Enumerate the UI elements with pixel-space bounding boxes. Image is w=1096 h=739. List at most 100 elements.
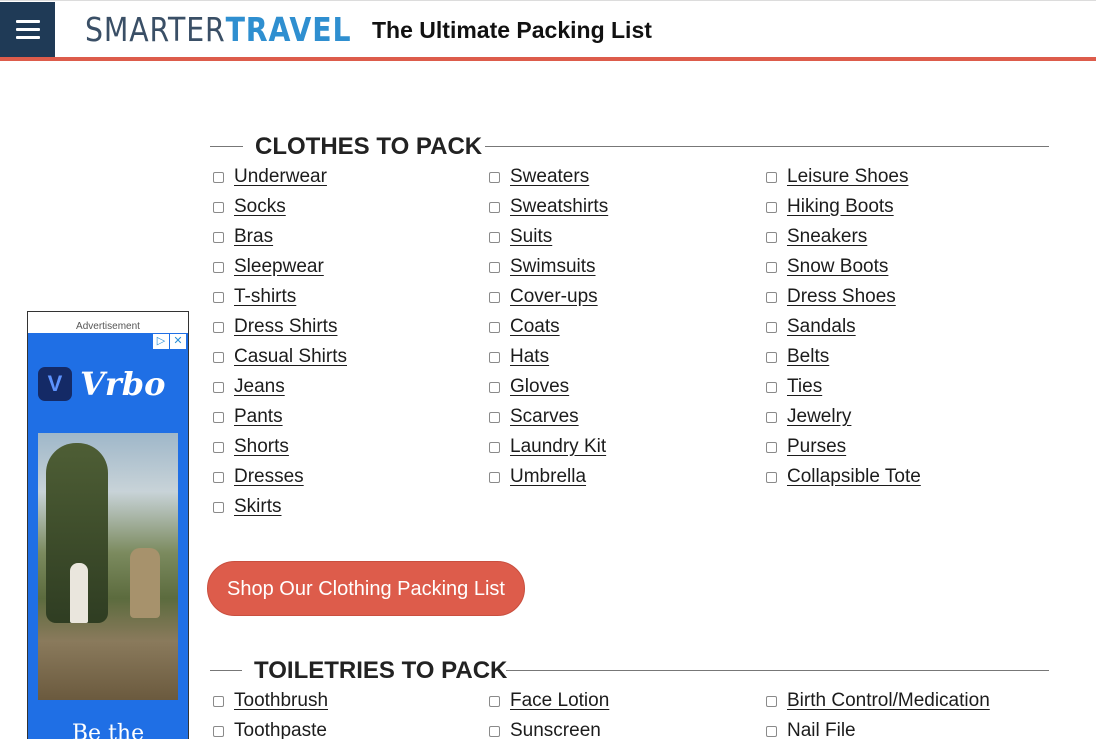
item-link[interactable]: Umbrella — [510, 465, 586, 489]
checklist-item: Jeans — [213, 375, 285, 399]
checklist-item: Nail File — [766, 719, 856, 739]
item-checkbox[interactable] — [213, 501, 224, 513]
item-link[interactable]: Ties — [787, 375, 822, 399]
item-checkbox[interactable] — [766, 441, 777, 453]
checklist-item: Bras — [213, 225, 273, 249]
item-checkbox[interactable] — [489, 411, 500, 423]
item-link[interactable]: Casual Shirts — [234, 345, 347, 369]
item-checkbox[interactable] — [213, 381, 224, 393]
item-link[interactable]: Leisure Shoes — [787, 165, 908, 189]
item-link[interactable]: Dresses — [234, 465, 304, 489]
item-link[interactable]: Jeans — [234, 375, 285, 399]
item-checkbox[interactable] — [213, 201, 224, 213]
item-checkbox[interactable] — [489, 351, 500, 363]
item-link[interactable]: Laundry Kit — [510, 435, 606, 459]
item-checkbox[interactable] — [766, 471, 777, 483]
item-checkbox[interactable] — [489, 171, 500, 183]
item-checkbox[interactable] — [766, 725, 777, 737]
item-checkbox[interactable] — [213, 291, 224, 303]
item-link[interactable]: Belts — [787, 345, 829, 369]
item-link[interactable]: Pants — [234, 405, 283, 429]
item-checkbox[interactable] — [213, 411, 224, 423]
item-link[interactable]: Jewelry — [787, 405, 851, 429]
checklist-item: Umbrella — [489, 465, 586, 489]
ad-banner[interactable]: ▷ ✕ V Vrbo Be the — [28, 333, 188, 739]
item-checkbox[interactable] — [766, 231, 777, 243]
item-link[interactable]: Sunscreen — [510, 719, 601, 739]
item-checkbox[interactable] — [213, 471, 224, 483]
checklist-item: Cover-ups — [489, 285, 598, 309]
item-checkbox[interactable] — [489, 441, 500, 453]
item-link[interactable]: Sweaters — [510, 165, 589, 189]
item-checkbox[interactable] — [213, 321, 224, 333]
item-checkbox[interactable] — [489, 321, 500, 333]
item-link[interactable]: Snow Boots — [787, 255, 888, 279]
checklist-item: Skirts — [213, 495, 282, 519]
item-checkbox[interactable] — [489, 471, 500, 483]
item-link[interactable]: Sneakers — [787, 225, 867, 249]
item-link[interactable]: Suits — [510, 225, 552, 249]
item-link[interactable]: Gloves — [510, 375, 569, 399]
item-checkbox[interactable] — [766, 261, 777, 273]
item-link[interactable]: Cover-ups — [510, 285, 598, 309]
checklist-item: Underwear — [213, 165, 327, 189]
item-link[interactable]: Face Lotion — [510, 689, 609, 713]
item-checkbox[interactable] — [489, 261, 500, 273]
item-checkbox[interactable] — [766, 411, 777, 423]
item-checkbox[interactable] — [489, 291, 500, 303]
item-checkbox[interactable] — [766, 171, 777, 183]
item-checkbox[interactable] — [766, 291, 777, 303]
item-link[interactable]: Coats — [510, 315, 560, 339]
item-link[interactable]: Toothbrush — [234, 689, 328, 713]
item-checkbox[interactable] — [766, 351, 777, 363]
item-link[interactable]: Underwear — [234, 165, 327, 189]
item-checkbox[interactable] — [213, 441, 224, 453]
checklist-item: Belts — [766, 345, 829, 369]
item-checkbox[interactable] — [766, 201, 777, 213]
item-link[interactable]: Hiking Boots — [787, 195, 894, 219]
item-checkbox[interactable] — [489, 695, 500, 707]
item-link[interactable]: Sandals — [787, 315, 856, 339]
ad-choices[interactable]: ▷ ✕ — [153, 334, 186, 349]
item-link[interactable]: Collapsible Tote — [787, 465, 921, 489]
item-checkbox[interactable] — [213, 695, 224, 707]
item-link[interactable]: Scarves — [510, 405, 579, 429]
item-checkbox[interactable] — [489, 725, 500, 737]
item-checkbox[interactable] — [766, 381, 777, 393]
item-link[interactable]: Sweatshirts — [510, 195, 608, 219]
hamburger-menu-icon[interactable] — [0, 2, 55, 57]
ad-info-icon[interactable]: ▷ — [153, 334, 169, 349]
item-checkbox[interactable] — [489, 231, 500, 243]
item-link[interactable]: Hats — [510, 345, 549, 369]
item-link[interactable]: Shorts — [234, 435, 289, 459]
item-checkbox[interactable] — [213, 261, 224, 273]
shop-clothing-list-button[interactable]: Shop Our Clothing Packing List — [207, 561, 525, 616]
item-link[interactable]: Toothpaste — [234, 719, 327, 739]
item-checkbox[interactable] — [213, 171, 224, 183]
item-checkbox[interactable] — [213, 231, 224, 243]
item-checkbox[interactable] — [489, 201, 500, 213]
item-link[interactable]: Nail File — [787, 719, 856, 739]
heading-rule — [210, 670, 242, 671]
item-link[interactable]: Bras — [234, 225, 273, 249]
menu-bar — [15, 36, 40, 39]
checklist-item: T-shirts — [213, 285, 296, 309]
item-link[interactable]: T-shirts — [234, 285, 296, 309]
site-logo[interactable]: SMARTERTRAVEL — [85, 10, 351, 50]
item-checkbox[interactable] — [213, 725, 224, 737]
item-link[interactable]: Birth Control/Medication — [787, 689, 990, 713]
item-checkbox[interactable] — [766, 321, 777, 333]
item-link[interactable]: Dress Shoes — [787, 285, 896, 309]
item-link[interactable]: Dress Shirts — [234, 315, 337, 339]
ad-close-icon[interactable]: ✕ — [170, 334, 186, 349]
item-link[interactable]: Socks — [234, 195, 286, 219]
item-link[interactable]: Purses — [787, 435, 846, 459]
advertisement[interactable]: Advertisement ▷ ✕ V Vrbo Be the — [27, 311, 189, 739]
item-checkbox[interactable] — [213, 351, 224, 363]
item-checkbox[interactable] — [489, 381, 500, 393]
logo-part-1: SMARTER — [85, 10, 226, 49]
item-checkbox[interactable] — [766, 695, 777, 707]
item-link[interactable]: Swimsuits — [510, 255, 596, 279]
item-link[interactable]: Skirts — [234, 495, 282, 519]
item-link[interactable]: Sleepwear — [234, 255, 324, 279]
